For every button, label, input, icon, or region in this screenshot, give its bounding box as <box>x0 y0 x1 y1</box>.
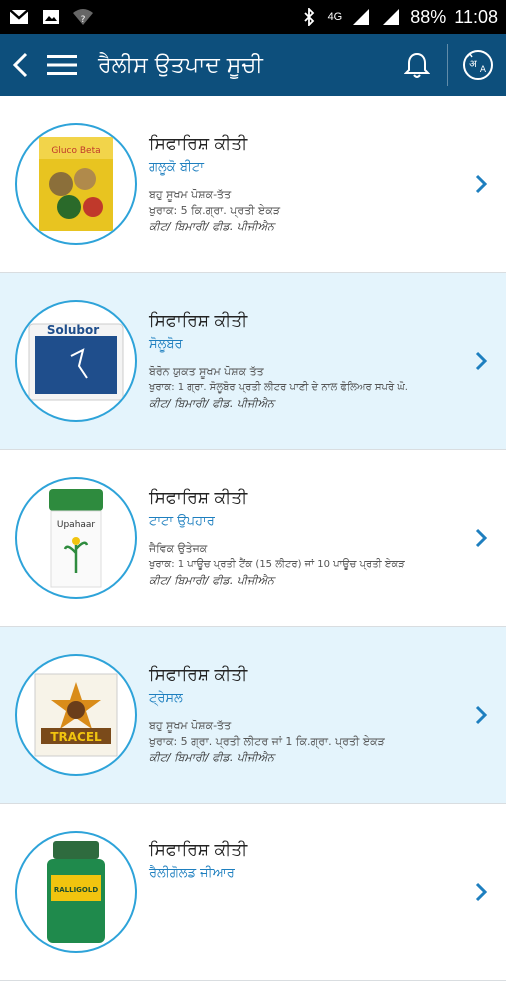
product-thumbnail: Upahaar <box>15 477 137 599</box>
recommended-label: ਸਿਫਾਰਿਸ਼ ਕੀਤੀ <box>149 840 248 860</box>
thumb-label: Gluco Beta <box>51 146 100 156</box>
product-name: ਟ੍ਰੇਸਲ <box>149 690 183 706</box>
thumb-label: TRACEL <box>50 730 102 744</box>
product-name: ਰੈਲੀਗੋਲਡ ਜੀਆਰ <box>149 866 235 881</box>
svg-text:A: A <box>480 65 487 75</box>
clock: 11:08 <box>454 6 498 27</box>
recommended-label: ਸਿਫਾਰਿਸ਼ ਕੀਤੀ <box>149 664 248 685</box>
wifi-question-icon: ? <box>72 8 94 26</box>
product-dosage: ਖੁਰਾਕ: 5 ਕਿ.ਗ੍ਰਾ. ਪ੍ਰਤੀ ਏਕੜ <box>149 203 281 217</box>
row-chevron[interactable] <box>466 350 496 372</box>
product-meta: ਕੀਟ/ ਬਿਮਾਰੀ/ ਫੀਡ. ਪੀਜੀਐਨ <box>149 396 275 410</box>
svg-text:?: ? <box>81 15 86 25</box>
product-info: ਸਿਫਾਰਿਸ਼ ਕੀਤੀ ਰੈਲੀਗੋਲਡ ਜੀਆਰ <box>149 840 466 893</box>
product-dosage: ਖੁਰਾਕ: 1 ਗ੍ਰਾ. ਸੋਲੂਬੋਰ ਪ੍ਰਤੀ ਲੀਟਰ ਪਾਣੀ ਦ… <box>149 381 408 393</box>
thumb-label: Upahaar <box>57 520 96 530</box>
status-bar: ? 4G 88% 11:08 <box>0 0 506 34</box>
product-type: ਜੈਵਿਕ ਉਤੇਜਕ <box>149 541 208 555</box>
chevron-right-icon <box>475 174 488 194</box>
product-thumbnail: Solubor <box>15 300 137 422</box>
product-meta: ਕੀਟ/ ਬਿਮਾਰੀ/ ਫੀਡ. ਪੀਜੀਐਨ <box>149 219 275 233</box>
product-type: ਬਹੁ ਸੂਖਮ ਪੋਸ਼ਕ-ਤੱਤ <box>149 187 232 201</box>
back-button[interactable] <box>0 34 40 96</box>
app-bar: ਰੈਲੀਸ ਉਤਪਾਦ ਸੂਚੀ अ A <box>0 34 506 96</box>
product-row-tata-upahaar[interactable]: Upahaar ਸਿਫਾਰਿਸ਼ ਕੀਤੀ ਟਾਟਾ ਉਪਹਾਰ ਜੈਵਿਕ ਉ… <box>0 450 506 627</box>
product-info: ਸਿਫਾਰਿਸ਼ ਕੀਤੀ ਸੋਲੂਬੋਰ ਬੋਰੋਨ ਯੁਕਤ ਸੂਖਮ ਪੋ… <box>149 311 466 412</box>
bell-icon <box>404 52 430 78</box>
product-row-tracel[interactable]: TRACEL ਸਿਫਾਰਿਸ਼ ਕੀਤੀ ਟ੍ਰੇਸਲ ਬਹੁ ਸੂਖਮ ਪੋਸ… <box>0 627 506 804</box>
chevron-right-icon <box>475 351 488 371</box>
recommended-label: ਸਿਫਾਰਿਸ਼ ਕੀਤੀ <box>149 310 248 331</box>
product-info: ਸਿਫਾਰਿਸ਼ ਕੀਤੀ ਗਲੂਕੋ ਬੀਟਾ ਬਹੁ ਸੂਖਮ ਪੋਸ਼ਕ-… <box>149 134 466 235</box>
image-icon <box>40 8 62 26</box>
gmail-icon <box>8 8 30 26</box>
chevron-right-icon <box>475 528 488 548</box>
menu-button[interactable] <box>40 34 84 96</box>
product-list: Gluco Beta ਸਿਫਾਰਿਸ਼ ਕੀਤੀ ਗਲੂਕੋ ਬੀਟਾ ਬਹੁ … <box>0 96 506 981</box>
recommended-label: ਸਿਫਾਰਿਸ਼ ਕੀਤੀ <box>149 487 248 508</box>
language-translate-icon: अ A <box>463 50 493 80</box>
product-thumbnail: RALLIGOLD <box>15 831 137 953</box>
product-dosage: ਖੁਰਾਕ: 1 ਪਾਊਚ ਪ੍ਰਤੀ ਟੈਂਕ (15 ਲੀਟਰ) ਜਾਂ 1… <box>149 558 405 570</box>
product-thumbnail: TRACEL <box>15 654 137 776</box>
product-type: ਬੋਰੋਨ ਯੁਕਤ ਸੂਖਮ ਪੋਸ਼ਕ ਤੱਤ <box>149 364 264 378</box>
product-name: ਗਲੂਕੋ ਬੀਟਾ <box>149 159 204 175</box>
recommended-label: ਸਿਫਾਰਿਸ਼ ਕੀਤੀ <box>149 133 248 154</box>
thumb-label: RALLIGOLD <box>54 886 98 894</box>
product-row-solubor[interactable]: Solubor ਸਿਫਾਰਿਸ਼ ਕੀਤੀ ਸੋਲੂਬੋਰ ਬੋਰੋਨ ਯੁਕਤ… <box>0 273 506 450</box>
row-chevron[interactable] <box>466 704 496 726</box>
signal-icon-2 <box>380 8 402 26</box>
product-info: ਸਿਫਾਰਿਸ਼ ਕੀਤੀ ਟ੍ਰੇਸਲ ਬਹੁ ਸੂਖਮ ਪੋਸ਼ਕ-ਤੱਤ … <box>149 665 466 766</box>
row-chevron[interactable] <box>466 527 496 549</box>
hamburger-icon <box>47 55 77 75</box>
product-type: ਬਹੁ ਸੂਖਮ ਪੋਸ਼ਕ-ਤੱਤ <box>149 718 232 732</box>
product-dosage: ਖੁਰਾਕ: 5 ਗ੍ਰਾ. ਪ੍ਰਤੀ ਲੀਟਰ ਜਾਂ 1 ਕਿ.ਗ੍ਰਾ.… <box>149 734 385 748</box>
product-name: ਸੋਲੂਬੋਰ <box>149 336 183 352</box>
thumb-label: Solubor <box>47 323 99 337</box>
svg-text:अ: अ <box>469 59 477 70</box>
language-button[interactable]: अ A <box>456 34 500 96</box>
product-row-gluco-beta[interactable]: Gluco Beta ਸਿਫਾਰਿਸ਼ ਕੀਤੀ ਗਲੂਕੋ ਬੀਟਾ ਬਹੁ … <box>0 96 506 273</box>
page-title: ਰੈਲੀਸ ਉਤਪਾਦ ਸੂਚੀ <box>98 52 263 78</box>
chevron-right-icon <box>475 705 488 725</box>
row-chevron[interactable] <box>466 173 496 195</box>
back-arrow-icon <box>12 52 28 78</box>
product-info: ਸਿਫਾਰਿਸ਼ ਕੀਤੀ ਟਾਟਾ ਉਪਹਾਰ ਜੈਵਿਕ ਉਤੇਜਕ ਖੁਰ… <box>149 488 466 589</box>
product-thumbnail: Gluco Beta <box>15 123 137 245</box>
battery-percent: 88% <box>410 6 447 27</box>
signal-icon <box>350 8 372 26</box>
product-meta: ਕੀਟ/ ਬਿਮਾਰੀ/ ਫੀਡ. ਪੀਜੀਐਨ <box>149 573 275 587</box>
product-row-ralligold[interactable]: RALLIGOLD ਸਿਫਾਰਿਸ਼ ਕੀਤੀ ਰੈਲੀਗੋਲਡ ਜੀਆਰ <box>0 804 506 981</box>
notifications-button[interactable] <box>395 34 439 96</box>
bluetooth-icon <box>298 8 320 26</box>
product-name: ਟਾਟਾ ਉਪਹਾਰ <box>149 513 215 529</box>
network-type: 4G <box>327 11 343 23</box>
product-meta: ਕੀਟ/ ਬਿਮਾਰੀ/ ਫੀਡ. ਪੀਜੀਐਨ <box>149 750 275 764</box>
toolbar-divider <box>447 44 448 86</box>
